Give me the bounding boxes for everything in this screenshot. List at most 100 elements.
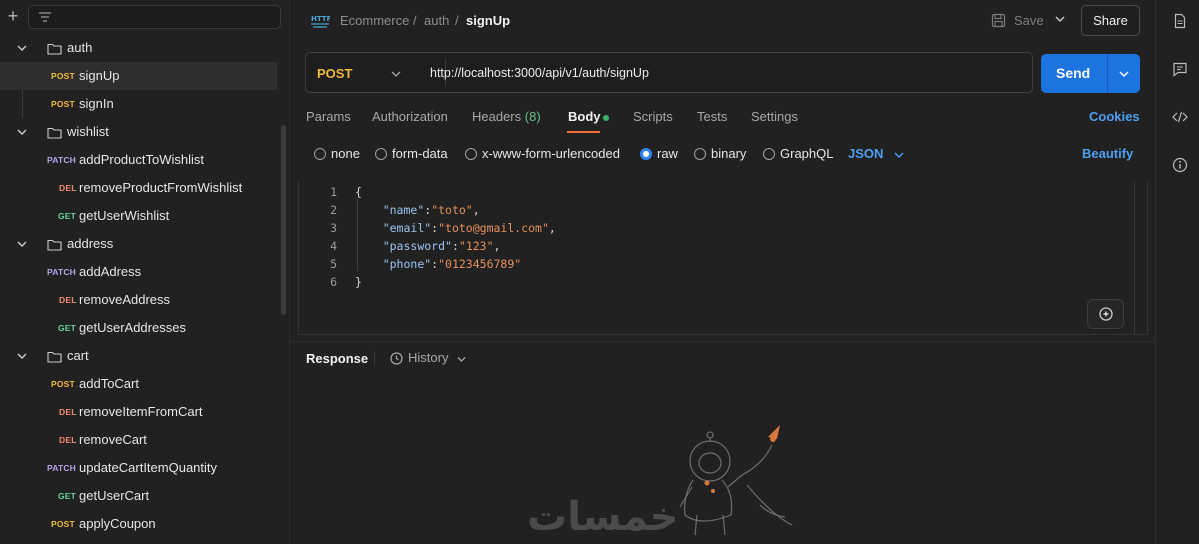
json-key: "email" — [382, 221, 432, 235]
line-number: 5 — [330, 257, 337, 271]
ai-assist-button[interactable] — [1087, 299, 1124, 329]
radio-graphql-label[interactable]: GraphQL — [780, 146, 833, 161]
request-addProductToWishlist[interactable]: PATCH addProductToWishlist — [0, 146, 280, 174]
chevron-down-icon[interactable] — [390, 69, 402, 79]
request-updateCartItemQuantity[interactable]: PATCH updateCartItemQuantity — [0, 454, 280, 482]
breadcrumb-collection[interactable]: Ecommerce — [340, 13, 409, 28]
chevron-down-icon[interactable] — [16, 351, 28, 361]
request-removeItemFromCart[interactable]: DEL removeItemFromCart — [0, 398, 280, 426]
chevron-down-icon[interactable] — [1054, 14, 1066, 24]
code-line: "password":"123", — [355, 239, 501, 253]
radio-binary[interactable] — [694, 148, 706, 160]
request-signUp[interactable]: POST signUp — [0, 62, 277, 90]
chevron-down-icon[interactable] — [16, 239, 28, 249]
breadcrumb-request[interactable]: signUp — [466, 13, 510, 28]
breadcrumb-folder[interactable]: auth — [424, 13, 449, 28]
request-removeProductFromWishlist[interactable]: DEL removeProductFromWishlist — [0, 174, 280, 202]
collections-sidebar: + auth POST signUp POST signIn wishlist PATCH a… — [0, 0, 290, 544]
breadcrumb-separator: / — [455, 13, 459, 28]
tab-authorization[interactable]: Authorization — [372, 109, 448, 124]
request-name: removeItemFromCart — [79, 404, 203, 419]
tab-body[interactable]: Body — [568, 109, 601, 124]
app-window: + auth POST signUp POST signIn wishlist PATCH a… — [0, 0, 1199, 544]
request-removeCart[interactable]: DEL removeCart — [0, 426, 280, 454]
radio-none[interactable] — [314, 148, 326, 160]
info-icon[interactable] — [1172, 157, 1188, 173]
request-name: addToCart — [79, 376, 139, 391]
method-select[interactable]: POST — [317, 66, 352, 81]
radio-binary-label[interactable]: binary — [711, 146, 746, 161]
request-getUserWishlist[interactable]: GET getUserWishlist — [0, 202, 280, 230]
request-name: getUserCart — [79, 488, 150, 503]
documentation-icon[interactable] — [1172, 13, 1188, 29]
response-divider[interactable] — [290, 341, 1155, 342]
folder-icon — [47, 127, 62, 139]
folder-name: auth — [67, 40, 93, 55]
tab-params[interactable]: Params — [306, 109, 351, 124]
radio-urlencoded[interactable] — [465, 148, 477, 160]
add-icon[interactable]: + — [4, 6, 22, 26]
chevron-down-icon[interactable] — [1118, 69, 1130, 79]
request-getUserCart[interactable]: GET getUserCart — [0, 482, 280, 510]
send-label: Send — [1056, 65, 1091, 81]
json-comma: , — [493, 239, 501, 253]
body-editor[interactable]: 123456 { "name":"toto", "email":"toto@gm… — [298, 181, 1148, 335]
folder-wishlist[interactable]: wishlist — [0, 118, 280, 146]
request-name: getUserAddresses — [79, 320, 186, 335]
radio-urlencoded-label[interactable]: x-www-form-urlencoded — [482, 146, 620, 161]
send-button[interactable]: Send — [1041, 54, 1140, 93]
send-divider — [1107, 54, 1108, 93]
radio-form-data[interactable] — [375, 148, 387, 160]
share-button[interactable]: Share — [1081, 5, 1140, 36]
code-close-brace: } — [355, 275, 362, 289]
request-name: signIn — [79, 96, 114, 111]
active-tab-indicator — [567, 131, 600, 133]
chevron-down-icon[interactable] — [16, 127, 28, 137]
sidebar-toolbar: + — [0, 0, 290, 34]
chevron-down-icon[interactable] — [456, 355, 467, 364]
http-badge-text: HTTP — [311, 15, 330, 23]
request-removeAddress[interactable]: DEL removeAddress — [0, 286, 280, 314]
request-applyCoupon[interactable]: POST applyCoupon — [0, 510, 280, 538]
folder-address[interactable]: address — [0, 230, 280, 258]
folder-cart[interactable]: cart — [0, 342, 280, 370]
beautify-button[interactable]: Beautify — [1082, 146, 1133, 161]
url-bar: POST http://localhost:3000/api/v1/auth/s… — [305, 52, 1033, 93]
tab-settings[interactable]: Settings — [751, 109, 798, 124]
breadcrumb-separator: / — [413, 13, 417, 28]
folder-icon — [47, 43, 62, 55]
radio-form-data-label[interactable]: form-data — [392, 146, 448, 161]
request-tabs: Params Authorization Headers (8) Body Sc… — [290, 100, 1155, 134]
request-name: addProductToWishlist — [79, 152, 204, 167]
comments-icon[interactable] — [1172, 61, 1188, 77]
editor-scrollbar[interactable] — [1134, 181, 1135, 335]
request-signIn[interactable]: POST signIn — [0, 90, 280, 118]
sidebar-filter-input[interactable] — [28, 5, 281, 29]
request-name: updateCartItemQuantity — [79, 460, 218, 475]
folder-auth[interactable]: auth — [0, 34, 280, 62]
chevron-down-icon[interactable] — [16, 43, 28, 53]
tab-tests[interactable]: Tests — [697, 109, 727, 124]
method-badge: PATCH — [47, 463, 77, 473]
save-label: Save — [1014, 13, 1044, 28]
cookies-link[interactable]: Cookies — [1089, 109, 1140, 124]
json-key: "phone" — [382, 257, 432, 271]
radio-none-label[interactable]: none — [331, 146, 360, 161]
request-name: signUp — [79, 68, 120, 83]
method-badge: GET — [58, 491, 77, 501]
request-addAdress[interactable]: PATCH addAdress — [0, 258, 280, 286]
request-addToCart[interactable]: POST addToCart — [0, 370, 280, 398]
format-select[interactable]: JSON — [848, 146, 883, 161]
radio-raw-label[interactable]: raw — [657, 146, 678, 161]
tab-headers[interactable]: Headers (8) — [472, 109, 541, 124]
radio-raw[interactable] — [640, 148, 652, 160]
url-input[interactable]: http://localhost:3000/api/v1/auth/signUp — [430, 66, 649, 80]
body-type-selector: none form-data x-www-form-urlencoded raw… — [290, 138, 1155, 168]
sidebar-scrollbar[interactable] — [281, 125, 286, 315]
chevron-down-icon[interactable] — [893, 150, 905, 160]
tab-scripts[interactable]: Scripts — [633, 109, 673, 124]
request-getUserAddresses[interactable]: GET getUserAddresses — [0, 314, 280, 342]
filter-icon — [39, 12, 51, 22]
code-icon[interactable] — [1172, 109, 1188, 125]
radio-graphql[interactable] — [763, 148, 775, 160]
